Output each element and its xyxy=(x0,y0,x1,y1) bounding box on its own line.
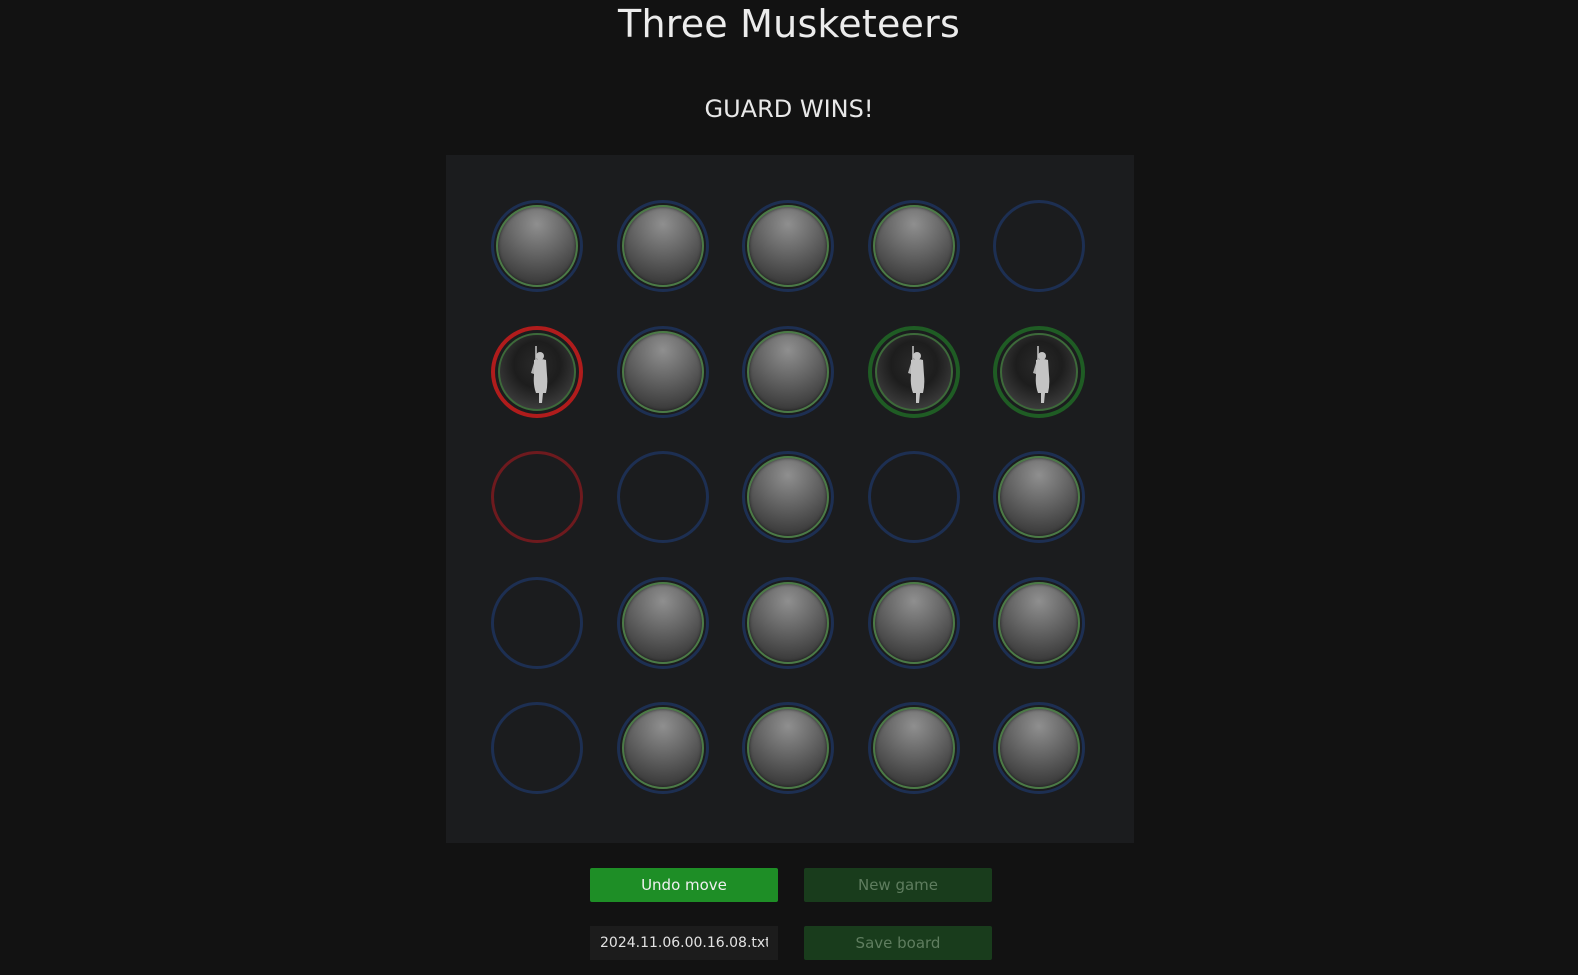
musketeer-cell[interactable] xyxy=(993,325,1085,418)
empty-cell[interactable] xyxy=(491,576,583,669)
guard-piece-cell[interactable] xyxy=(867,576,960,669)
undo-move-button[interactable]: Undo move xyxy=(590,868,778,902)
guard-piece[interactable] xyxy=(747,456,829,538)
guard-piece-cell[interactable] xyxy=(616,576,709,669)
guard-piece[interactable] xyxy=(998,581,1080,664)
game-board xyxy=(446,155,1134,843)
guard-piece-cell[interactable] xyxy=(867,200,960,292)
guard-piece[interactable] xyxy=(621,707,704,789)
musketeer-figure-icon xyxy=(907,345,924,403)
musketeer-piece[interactable] xyxy=(1000,332,1078,411)
game-status: GUARD WINS! xyxy=(704,95,874,123)
guard-piece[interactable] xyxy=(747,707,829,789)
musketeer-cell[interactable] xyxy=(867,325,960,418)
guard-piece[interactable] xyxy=(747,581,829,664)
guard-piece-cell[interactable] xyxy=(616,200,709,292)
musketeer-piece[interactable] xyxy=(498,332,576,411)
guard-piece-cell[interactable] xyxy=(742,702,834,794)
guard-piece[interactable] xyxy=(998,456,1080,538)
musketeer-figure-icon xyxy=(531,345,548,403)
guard-piece-cell[interactable] xyxy=(742,325,834,418)
guard-piece[interactable] xyxy=(621,330,704,413)
guard-piece-cell[interactable] xyxy=(742,451,834,543)
selected-musketeer-cell[interactable] xyxy=(491,325,583,418)
guard-piece[interactable] xyxy=(872,581,955,664)
guard-piece-cell[interactable] xyxy=(742,200,834,292)
empty-cell[interactable] xyxy=(491,702,583,794)
guard-piece-cell[interactable] xyxy=(993,451,1085,543)
highlighted-empty-cell[interactable] xyxy=(491,451,583,543)
game-title: Three Musketeers xyxy=(618,2,960,46)
musketeer-piece[interactable] xyxy=(874,332,953,411)
guard-piece[interactable] xyxy=(496,205,578,287)
filename-input[interactable] xyxy=(590,926,778,960)
new-game-button[interactable]: New game xyxy=(804,868,992,902)
empty-cell[interactable] xyxy=(993,200,1085,292)
guard-piece[interactable] xyxy=(998,707,1080,789)
guard-piece-cell[interactable] xyxy=(491,200,583,292)
guard-piece-cell[interactable] xyxy=(867,702,960,794)
guard-piece-cell[interactable] xyxy=(742,576,834,669)
guard-piece[interactable] xyxy=(621,581,704,664)
guard-piece[interactable] xyxy=(747,205,829,287)
guard-piece-cell[interactable] xyxy=(993,702,1085,794)
guard-piece-cell[interactable] xyxy=(993,576,1085,669)
empty-cell[interactable] xyxy=(616,451,709,543)
guard-piece-cell[interactable] xyxy=(616,325,709,418)
guard-piece[interactable] xyxy=(872,707,955,789)
musketeer-figure-icon xyxy=(1033,345,1050,403)
save-board-button[interactable]: Save board xyxy=(804,926,992,960)
guard-piece[interactable] xyxy=(872,205,955,287)
guard-piece[interactable] xyxy=(747,330,829,413)
guard-piece[interactable] xyxy=(621,205,704,287)
guard-piece-cell[interactable] xyxy=(616,702,709,794)
empty-cell[interactable] xyxy=(867,451,960,543)
